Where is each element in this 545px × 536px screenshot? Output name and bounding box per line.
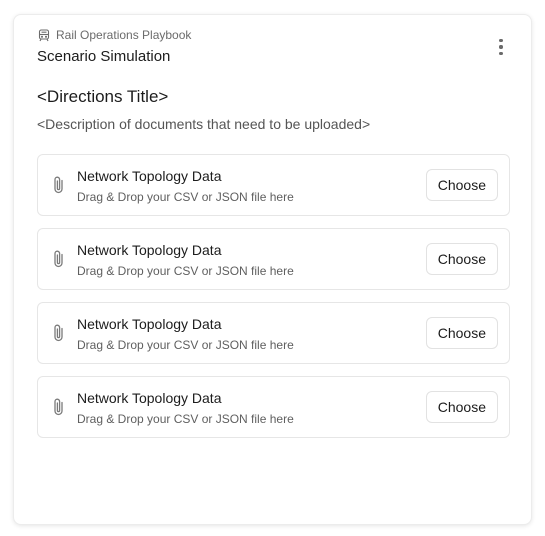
upload-dropzone[interactable]: Network Topology Data Drag & Drop your C… bbox=[37, 154, 510, 216]
breadcrumb[interactable]: Rail Operations Playbook bbox=[38, 28, 191, 42]
choose-file-button[interactable]: Choose bbox=[425, 243, 498, 275]
upload-hint: Drag & Drop your CSV or JSON file here bbox=[77, 264, 294, 278]
paperclip-icon bbox=[52, 249, 66, 269]
upload-hint: Drag & Drop your CSV or JSON file here bbox=[77, 338, 294, 352]
choose-file-button[interactable]: Choose bbox=[425, 391, 498, 423]
upload-title: Network Topology Data bbox=[77, 316, 222, 332]
directions-title: <Directions Title> bbox=[37, 87, 169, 106]
train-icon bbox=[38, 28, 50, 42]
upload-hint: Drag & Drop your CSV or JSON file here bbox=[77, 190, 294, 204]
scenario-card: Rail Operations Playbook Scenario Simula… bbox=[13, 14, 532, 525]
upload-dropzone[interactable]: Network Topology Data Drag & Drop your C… bbox=[37, 228, 510, 290]
upload-title: Network Topology Data bbox=[77, 168, 222, 184]
upload-list: Network Topology Data Drag & Drop your C… bbox=[37, 154, 510, 450]
paperclip-icon bbox=[52, 323, 66, 343]
more-vertical-icon[interactable] bbox=[494, 38, 508, 56]
paperclip-icon bbox=[52, 175, 66, 195]
upload-dropzone[interactable]: Network Topology Data Drag & Drop your C… bbox=[37, 376, 510, 438]
page-title: Scenario Simulation bbox=[37, 48, 171, 65]
upload-dropzone[interactable]: Network Topology Data Drag & Drop your C… bbox=[37, 302, 510, 364]
upload-hint: Drag & Drop your CSV or JSON file here bbox=[77, 412, 294, 426]
paperclip-icon bbox=[52, 397, 66, 417]
choose-file-button[interactable]: Choose bbox=[425, 317, 498, 349]
choose-file-button[interactable]: Choose bbox=[425, 169, 498, 201]
breadcrumb-label: Rail Operations Playbook bbox=[56, 28, 192, 42]
upload-title: Network Topology Data bbox=[77, 242, 222, 258]
directions-description: <Description of documents that need to b… bbox=[37, 116, 371, 132]
upload-title: Network Topology Data bbox=[77, 390, 222, 406]
